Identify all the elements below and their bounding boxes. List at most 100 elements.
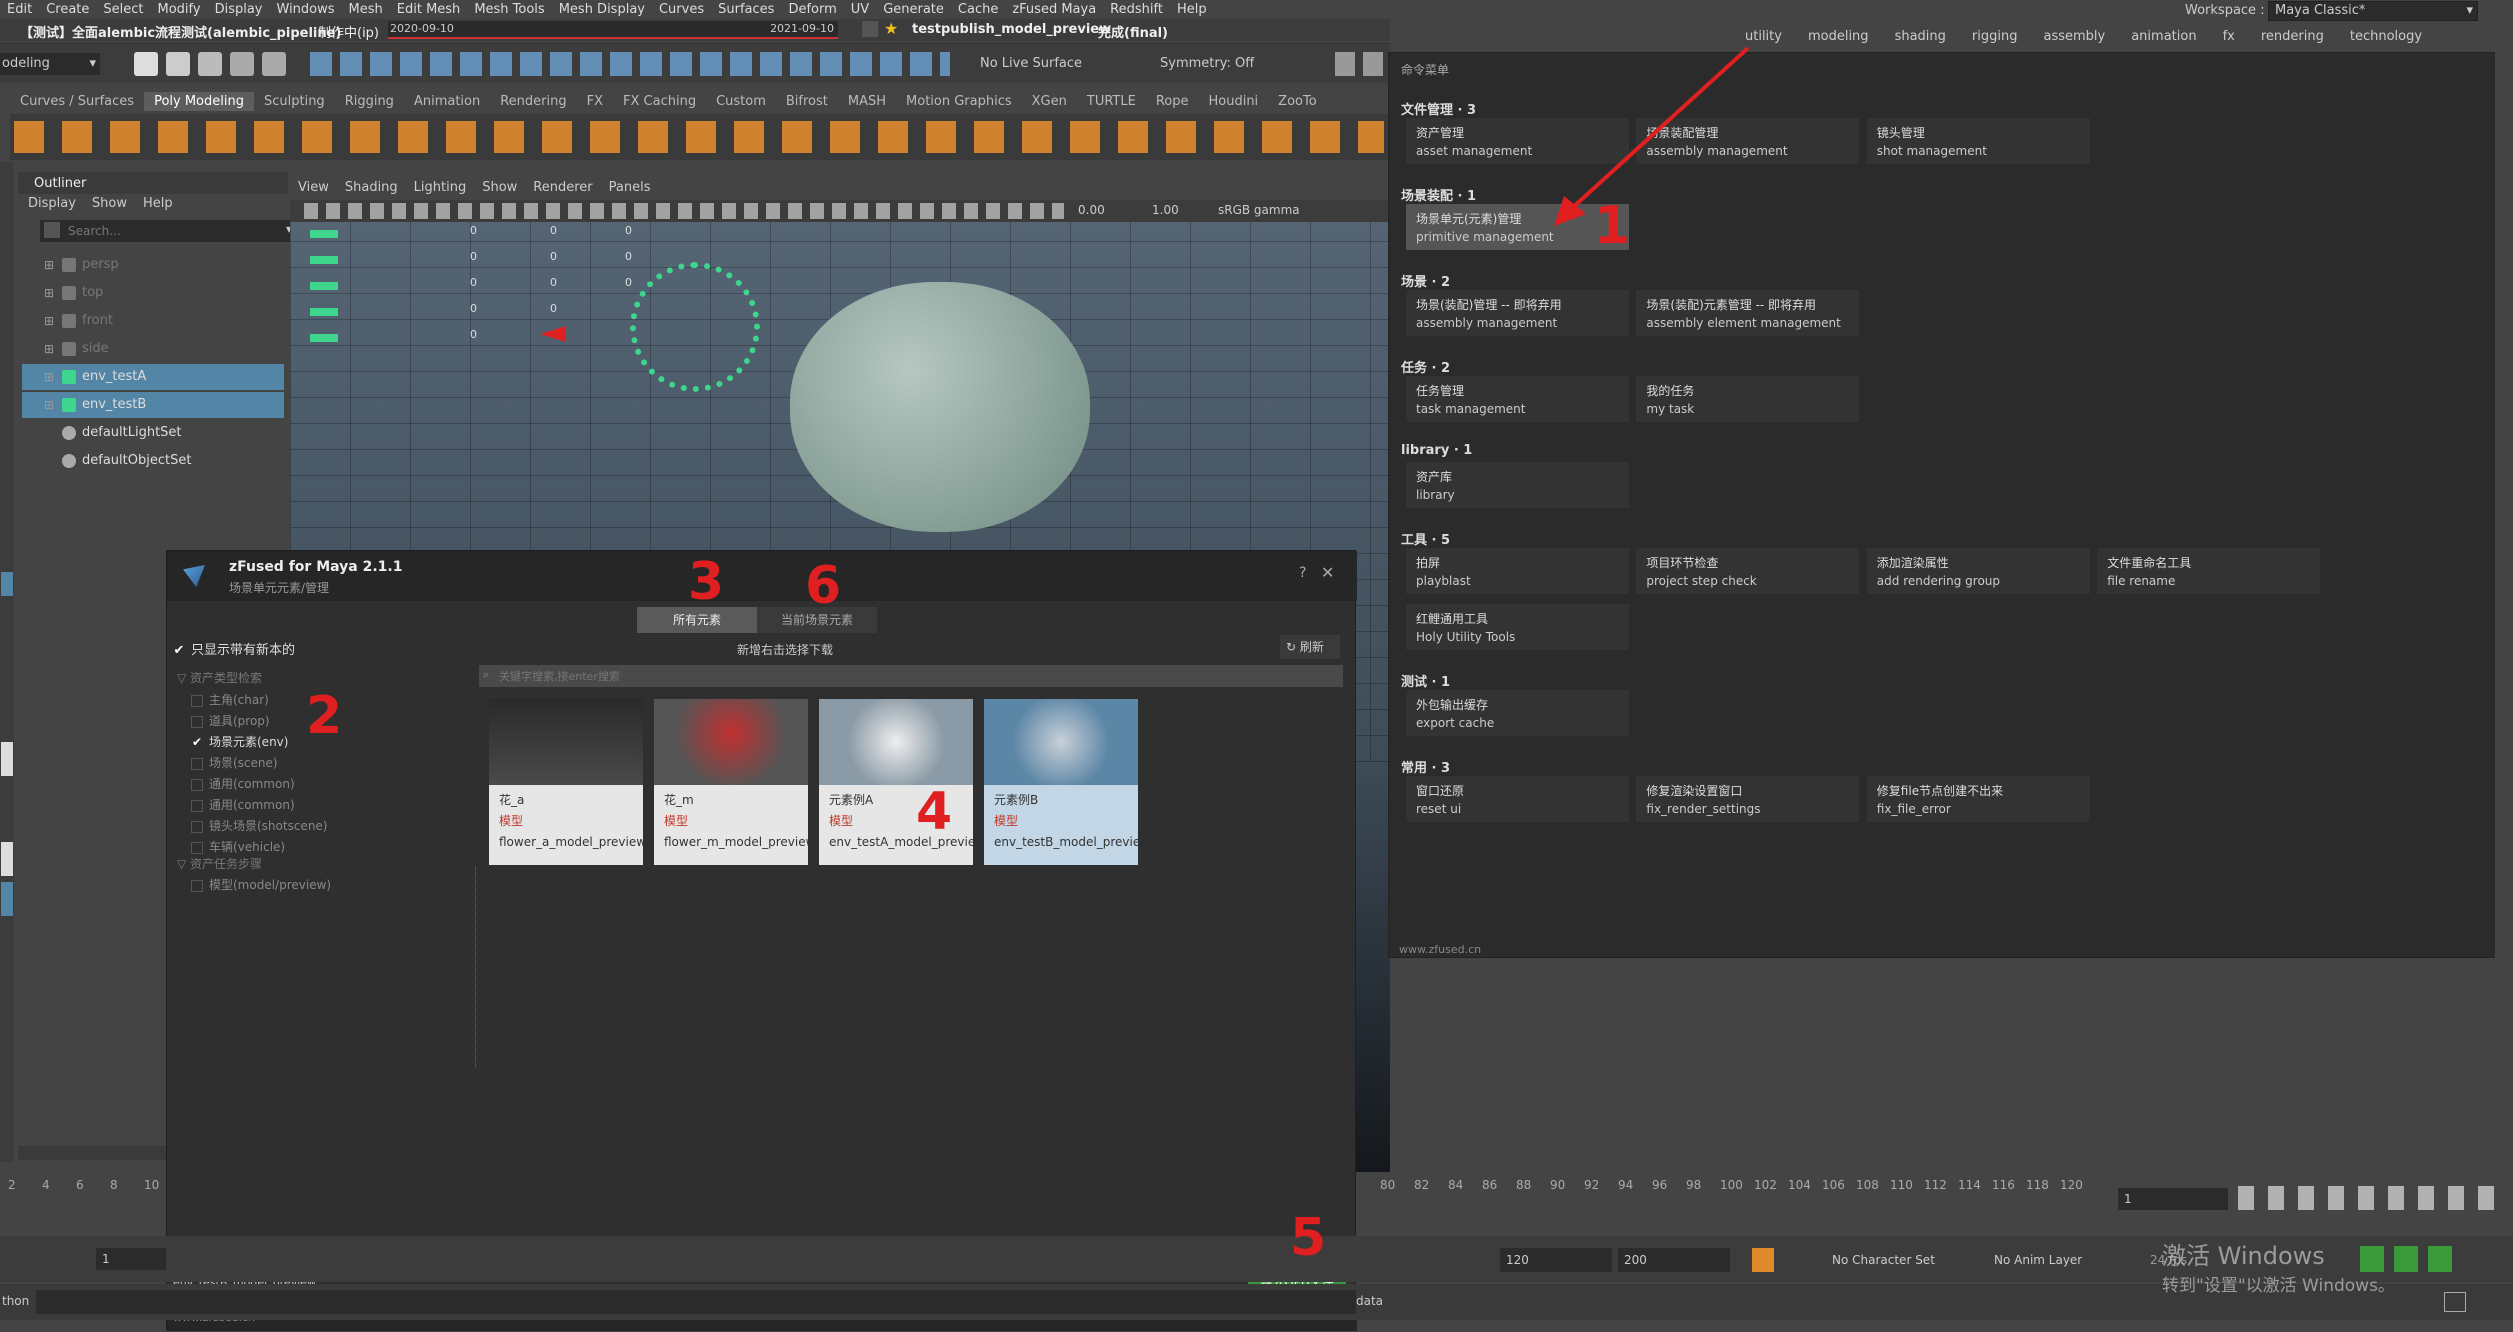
menu-item-mesh-tools[interactable]: Mesh Tools [467, 2, 551, 17]
command-button[interactable]: 场景(装配)管理 -- 即将弃用 assembly management [1405, 289, 1630, 337]
open-scene-icon[interactable] [166, 52, 190, 76]
shelf-tab[interactable]: Animation [404, 92, 490, 111]
filter-checkbox[interactable]: 模型(model/preview) [191, 876, 441, 897]
search-input[interactable] [497, 667, 897, 685]
outliner-item[interactable]: defaultObjectSet [22, 448, 284, 474]
shelf-tab[interactable]: Rope [1146, 92, 1199, 111]
expand-icon[interactable]: ⊞ [44, 392, 54, 418]
layout-icon[interactable] [1, 882, 13, 916]
outliner-item[interactable]: defaultLightSet [22, 420, 284, 446]
key-icon[interactable] [1752, 1248, 1774, 1272]
command-button[interactable]: 拍屏 playblast [1405, 547, 1630, 595]
character-set-select[interactable]: No Character Set [1832, 1248, 1964, 1272]
shelf-tab[interactable]: MASH [838, 92, 896, 111]
redo-icon[interactable] [262, 52, 286, 76]
search-bar[interactable]: ⌕ [479, 665, 1343, 687]
max-frame-field[interactable]: 200 [1618, 1248, 1730, 1272]
menu-item-surfaces[interactable]: Surfaces [711, 2, 781, 17]
time-slider-left[interactable]: 2 4 6 8 10 [0, 1174, 166, 1234]
tool-icon[interactable] [1, 572, 13, 596]
shelf-tab[interactable]: FX Caching [613, 92, 706, 111]
gamma-value[interactable]: 1.00 [1152, 203, 1179, 217]
outliner-item[interactable]: ⊞ side [22, 336, 284, 362]
viewport-menu-panels[interactable]: Panels [609, 180, 651, 195]
command-button[interactable]: 文件重命名工具 file rename [2096, 547, 2322, 595]
filter-checkbox[interactable]: 通用(common) [191, 775, 441, 796]
anim-layer-select[interactable]: No Anim Layer [1994, 1248, 2126, 1272]
menu-item-help[interactable]: Help [1170, 2, 1214, 17]
command-button[interactable]: 资产库 library [1405, 461, 1630, 509]
command-button[interactable]: 任务管理 task management [1405, 375, 1630, 423]
start-frame-field[interactable]: 1 [96, 1248, 166, 1270]
menu-item-generate[interactable]: Generate [876, 2, 951, 17]
filter-icon[interactable] [44, 222, 60, 238]
command-button[interactable]: 修复渲染设置窗口 fix_render_settings [1635, 775, 1861, 823]
command-button[interactable]: 窗口还原 reset ui [1405, 775, 1630, 823]
shelf-icons[interactable] [14, 121, 1384, 153]
viewport-menu-shading[interactable]: Shading [345, 180, 398, 195]
expand-icon[interactable]: ⊞ [44, 364, 54, 390]
symmetry-select[interactable]: Symmetry: Off [1160, 56, 1254, 71]
shelf-tab[interactable]: XGen [1022, 92, 1077, 111]
shelf-tab[interactable]: Rigging [335, 92, 404, 111]
project-name[interactable]: 【测试】全面alembic流程测试(alembic_pipeline) [20, 22, 341, 41]
command-button[interactable]: 红鲤通用工具 Holy Utility Tools [1405, 603, 1630, 651]
workspace-tab-modeling[interactable]: modeling [1795, 29, 1882, 49]
workspace-tab-shading[interactable]: shading [1882, 29, 1959, 49]
undo-icon[interactable] [230, 52, 254, 76]
shelf-tab[interactable]: Poly Modeling [144, 92, 254, 111]
outliner-menu-display[interactable]: Display [28, 196, 76, 216]
menu-item-redshift[interactable]: Redshift [1103, 2, 1170, 17]
outliner-item[interactable]: ⊞ front [22, 308, 284, 334]
only-new-checkbox[interactable]: ✔ 只显示带有新本的 [173, 639, 295, 658]
outliner-item[interactable]: ⊞ env_testA [22, 364, 284, 390]
menu-item-select[interactable]: Select [96, 2, 150, 17]
script-lang-label[interactable]: thon [2, 1294, 29, 1308]
workspace-tab-rigging[interactable]: rigging [1959, 29, 2031, 49]
shelf-tab[interactable]: TURTLE [1077, 92, 1146, 111]
outliner-menu-help[interactable]: Help [143, 196, 173, 216]
menu-icon[interactable] [862, 21, 878, 37]
filter-checkbox[interactable]: 镜头场景(shotscene) [191, 817, 441, 838]
splitter[interactable] [475, 867, 477, 1067]
workspace-select[interactable]: Maya Classic* ▾ [2268, 1, 2478, 21]
filter-checkbox[interactable]: 通用(common) [191, 796, 441, 817]
expand-icon[interactable]: ⊞ [44, 308, 54, 334]
asset-card[interactable]: 花_m 模型 flower_m_model_preview [654, 699, 808, 865]
viewport-menu-lighting[interactable]: Lighting [414, 180, 467, 195]
menu-item-windows[interactable]: Windows [270, 2, 342, 17]
command-button[interactable]: 场景(装配)元素管理 -- 即将弃用 assembly element manag… [1635, 289, 1861, 337]
filter-checkbox[interactable]: 场景(scene) [191, 754, 441, 775]
menu-item-edit[interactable]: Edit [0, 2, 39, 17]
close-icon[interactable]: ✕ [1321, 563, 1334, 582]
expand-icon[interactable]: ⊞ [44, 252, 54, 278]
task-name[interactable]: testpublish_model_preview [912, 22, 1111, 37]
time-slider-right[interactable]: 80 82 84 86 88 90 92 94 96 98 100 102 104 106 108 110 11… [1356, 1174, 2513, 1234]
command-button[interactable]: 项目环节检查 project step check [1635, 547, 1861, 595]
command-button[interactable]: 我的任务 my task [1635, 375, 1861, 423]
outliner-item[interactable]: ⊞ persp [22, 252, 284, 278]
menu-item-curves[interactable]: Curves [652, 2, 711, 17]
expand-icon[interactable]: ⊞ [44, 336, 54, 362]
shelf-tab[interactable]: Motion Graphics [896, 92, 1022, 111]
save-scene-icon[interactable] [198, 52, 222, 76]
shelf-tab[interactable]: Custom [706, 92, 776, 111]
menu-item-edit-mesh[interactable]: Edit Mesh [390, 2, 468, 17]
viewport-menu-show[interactable]: Show [482, 180, 517, 195]
exposure-value[interactable]: 0.00 [1078, 203, 1105, 217]
script-editor-icon[interactable] [2444, 1292, 2466, 1312]
command-button[interactable]: 添加渲染属性 add rendering group [1865, 547, 2091, 595]
shelf-tab[interactable]: FX [577, 92, 613, 111]
outliner-search-input[interactable] [66, 222, 266, 240]
workspace-tab-rendering[interactable]: rendering [2248, 29, 2337, 49]
render-tools[interactable] [1335, 52, 1390, 76]
star-icon[interactable]: ★ [884, 19, 898, 38]
outliner-item[interactable]: ⊞ top [22, 280, 284, 306]
env-testA-object[interactable] [630, 262, 760, 392]
shelf-tab[interactable]: Sculpting [254, 92, 335, 111]
workspace-tab-technology[interactable]: technology [2337, 29, 2435, 49]
outliner-item[interactable]: ⊞ env_testB [22, 392, 284, 418]
layout-icon[interactable] [1, 842, 13, 876]
command-button[interactable]: 外包输出缓存 export cache [1405, 689, 1630, 737]
shelf-tab[interactable]: Houdini [1198, 92, 1268, 111]
